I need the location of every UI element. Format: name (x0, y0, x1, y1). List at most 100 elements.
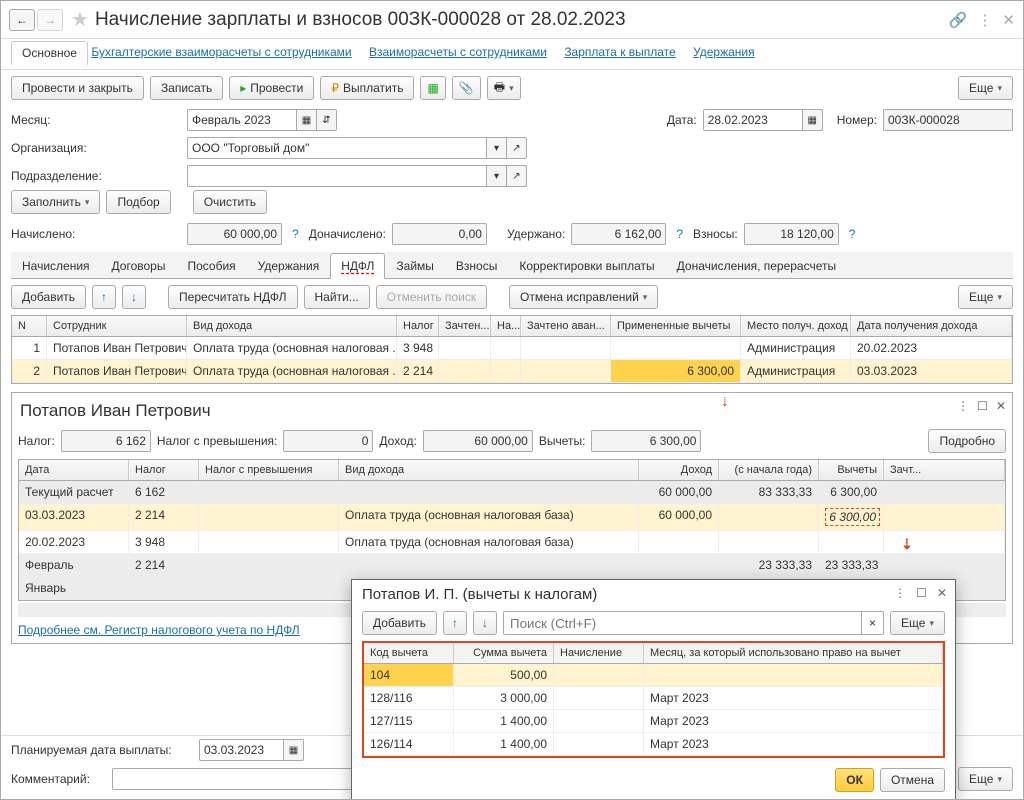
link-icon[interactable]: 🔗 (949, 11, 968, 29)
col-ded[interactable]: Примененные вычеты (611, 316, 741, 336)
pcol-code[interactable]: Код вычета (364, 643, 454, 663)
dcol-ded[interactable]: Вычеты (819, 460, 884, 480)
dcol-off[interactable]: Зачт... (884, 460, 1005, 480)
pick-button[interactable]: Подбор (106, 190, 170, 214)
move-down-button[interactable]: ↓ (122, 285, 146, 309)
col-date[interactable]: Дата получения дохода (851, 316, 1012, 336)
popup-search-clear[interactable]: × (862, 611, 884, 635)
popup-max-icon[interactable]: ☐ (916, 586, 927, 600)
popup-row[interactable]: 104 500,00 (364, 664, 943, 687)
add-row-button[interactable]: Добавить (11, 285, 86, 309)
paydate-input[interactable]: 03.03.2023 (199, 739, 284, 761)
recalc-ndfl-button[interactable]: Пересчитать НДФЛ (168, 285, 297, 309)
popup-row[interactable]: 126/114 1 400,00 Март 2023 (364, 733, 943, 756)
dept-dropdown-icon[interactable]: ▾ (487, 165, 507, 187)
col-off[interactable]: Зачтен... (439, 316, 491, 336)
tab-accruals[interactable]: Начисления (11, 253, 101, 279)
report-button[interactable]: ▦ (420, 76, 445, 100)
col-tax[interactable]: Налог (397, 316, 439, 336)
post-and-close-button[interactable]: Провести и закрыть (11, 76, 144, 100)
dcol-date[interactable]: Дата (19, 460, 129, 480)
dcol-tax[interactable]: Налог (129, 460, 199, 480)
nav-link-1[interactable]: Взаиморасчеты с сотрудниками (369, 45, 547, 59)
popup-down-button[interactable]: ↓ (473, 611, 497, 635)
detail-registry-link[interactable]: Подробнее см. Регистр налогового учета п… (18, 623, 300, 637)
tab-recalc[interactable]: Доначисления, перерасчеты (666, 253, 847, 279)
post-button[interactable]: ▸Провести (229, 76, 314, 100)
month-calendar-icon[interactable]: ▦ (297, 109, 317, 131)
paydate-cal-icon[interactable]: ▦ (284, 739, 304, 761)
month-stepper[interactable]: ⇵ (317, 109, 337, 131)
cancel-search-button[interactable]: Отменить поиск (376, 285, 487, 309)
table-row[interactable]: 2 Потапов Иван Петрович Оплата труда (ос… (12, 360, 1012, 383)
col-adv[interactable]: Зачтено аван... (521, 316, 611, 336)
withheld-help[interactable]: ? (676, 227, 683, 241)
tab-ndfl[interactable]: НДФЛ (330, 253, 385, 279)
pcol-sum[interactable]: Сумма вычета (454, 643, 554, 663)
contrib-help[interactable]: ? (849, 227, 856, 241)
tab-contracts[interactable]: Договоры (101, 253, 177, 279)
date-calendar-icon[interactable]: ▦ (803, 109, 823, 131)
popup-ok-button[interactable]: ОК (835, 768, 874, 792)
pay-button[interactable]: ₽Выплатить (320, 76, 414, 100)
bottom-more-button[interactable]: Еще (958, 767, 1013, 791)
col-n[interactable]: N (12, 316, 47, 336)
col-place[interactable]: Место получ. доход (741, 316, 851, 336)
pcol-acc[interactable]: Начисление (554, 643, 644, 663)
popup-cancel-button[interactable]: Отмена (880, 768, 945, 792)
back-button[interactable]: ← (9, 9, 35, 31)
kebab-icon[interactable]: ⋮ (977, 11, 992, 29)
tab-loans[interactable]: Займы (385, 253, 445, 279)
detail-row[interactable]: Февраль 2 214 23 333,33 23 333,33 (19, 554, 1005, 577)
favorite-icon[interactable]: ★ (71, 7, 89, 32)
org-open-icon[interactable]: ↗ (507, 137, 527, 159)
month-input[interactable]: Февраль 2023 (187, 109, 297, 131)
tab-contributions[interactable]: Взносы (445, 253, 508, 279)
print-button[interactable]: 🖶 (487, 76, 521, 100)
dcol-inc[interactable]: Доход (639, 460, 719, 480)
col-emp[interactable]: Сотрудник (47, 316, 187, 336)
detail-kebab-icon[interactable]: ⋮ (957, 399, 969, 413)
popup-up-button[interactable]: ↑ (443, 611, 467, 635)
dept-input[interactable] (187, 165, 487, 187)
detail-row[interactable]: Текущий расчет 6 162 60 000,00 83 333,33… (19, 481, 1005, 504)
detail-max-icon[interactable]: ☐ (977, 399, 988, 413)
detail-row[interactable]: 03.03.2023 2 214 Оплата труда (основная … (19, 504, 1005, 531)
write-button[interactable]: Записать (150, 76, 223, 100)
move-up-button[interactable]: ↑ (92, 285, 116, 309)
tab-corrections[interactable]: Корректировки выплаты (508, 253, 665, 279)
fill-button[interactable]: Заполнить (11, 190, 100, 214)
dcol-kind[interactable]: Вид дохода (339, 460, 639, 480)
nav-link-3[interactable]: Удержания (693, 45, 755, 59)
detail-more-button[interactable]: Подробно (928, 429, 1006, 453)
grid-more-button[interactable]: Еще (958, 285, 1013, 309)
table-row[interactable]: 1 Потапов Иван Петрович Оплата труда (ос… (12, 337, 1012, 360)
tab-withhold[interactable]: Удержания (247, 253, 331, 279)
find-button[interactable]: Найти... (304, 285, 370, 309)
org-dropdown-icon[interactable]: ▾ (487, 137, 507, 159)
attach-button[interactable]: 📎 (452, 76, 481, 100)
clear-button[interactable]: Очистить (193, 190, 267, 214)
pcol-month[interactable]: Месяц, за который использовано право на … (644, 643, 943, 663)
tab-benefits[interactable]: Пособия (176, 253, 246, 279)
detail-close-icon[interactable]: ✕ (996, 399, 1006, 413)
popup-row[interactable]: 128/116 3 000,00 Март 2023 (364, 687, 943, 710)
org-input[interactable]: ООО "Торговый дом" (187, 137, 487, 159)
nav-main[interactable]: Основное (11, 41, 88, 66)
col-kind[interactable]: Вид дохода (187, 316, 397, 336)
accrued-help[interactable]: ? (292, 227, 299, 241)
detail-row[interactable]: 20.02.2023 3 948 Оплата труда (основная … (19, 531, 1005, 554)
popup-add-button[interactable]: Добавить (362, 611, 437, 635)
popup-row[interactable]: 127/115 1 400,00 Март 2023 (364, 710, 943, 733)
dcol-ytd[interactable]: (с начала года) (719, 460, 819, 480)
popup-search-input[interactable] (503, 611, 862, 635)
popup-more-button[interactable]: Еще (890, 611, 945, 635)
dept-open-icon[interactable]: ↗ (507, 165, 527, 187)
close-icon[interactable]: ✕ (1002, 11, 1015, 29)
nav-link-2[interactable]: Зарплата к выплате (564, 45, 675, 59)
nav-link-0[interactable]: Бухгалтерские взаиморасчеты с сотрудника… (91, 45, 351, 59)
col-na[interactable]: На... (491, 316, 521, 336)
popup-close-icon[interactable]: ✕ (937, 586, 947, 600)
popup-kebab-icon[interactable]: ⋮ (894, 586, 906, 600)
date-input[interactable]: 28.02.2023 (703, 109, 803, 131)
